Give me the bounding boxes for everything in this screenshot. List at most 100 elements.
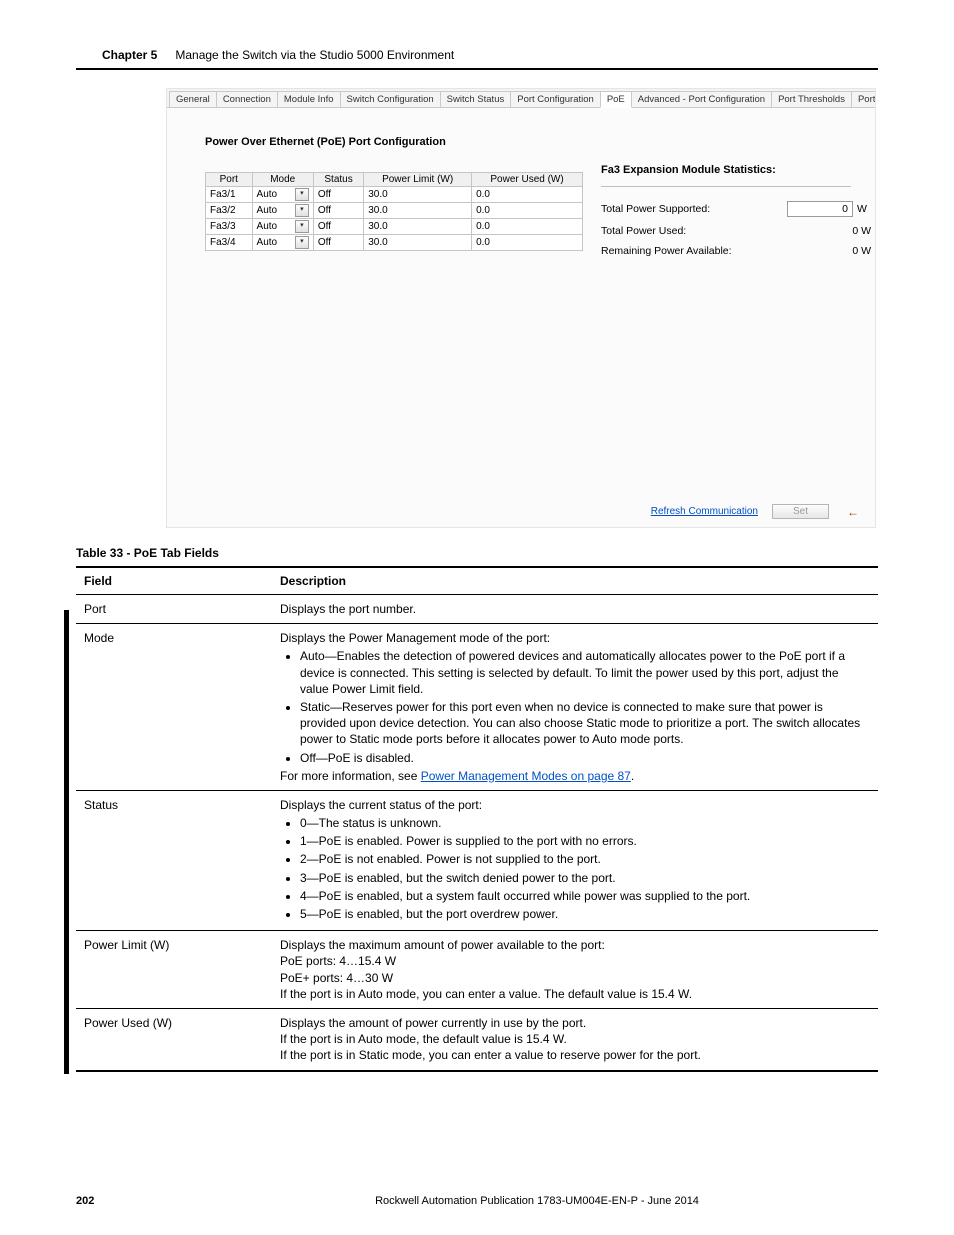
limit-l2: PoE ports: 4…15.4 W: [280, 953, 870, 969]
mode-outro-pre: For more information, see: [280, 769, 421, 783]
table-row: Fa3/3 Auto ▾ Off 30.0 0.0: [206, 219, 583, 235]
desc-limit: Displays the maximum amount of power ava…: [272, 931, 878, 1009]
status-b1: 0—The status is unknown.: [300, 815, 870, 831]
cell-used: 0.0: [472, 203, 583, 219]
header-rule: [76, 68, 878, 70]
stat-supported-value[interactable]: 0: [787, 201, 853, 217]
status-b6: 5—PoE is enabled, but the port overdrew …: [300, 906, 870, 922]
used-l3: If the port is in Static mode, you can e…: [280, 1047, 870, 1063]
head-field: Field: [76, 567, 272, 595]
refresh-link[interactable]: Refresh Communication: [651, 506, 758, 517]
desc-used: Displays the amount of power currently i…: [272, 1008, 878, 1070]
poe-port-table-body: Fa3/1 Auto ▾ Off 30.0 0.0: [206, 187, 583, 251]
cell-port: Fa3/4: [206, 235, 253, 251]
chevron-down-icon[interactable]: ▾: [295, 188, 309, 201]
status-bullets: 0—The status is unknown. 1—PoE is enable…: [280, 815, 870, 922]
cell-mode[interactable]: Auto ▾: [252, 235, 313, 251]
chapter-title: Manage the Switch via the Studio 5000 En…: [175, 48, 454, 62]
chevron-down-icon[interactable]: ▾: [295, 204, 309, 217]
status-b3: 2—PoE is not enabled. Power is not suppl…: [300, 851, 870, 867]
tab-port-cfg[interactable]: Port Configuration: [510, 91, 601, 107]
table33: Field Description Port Displays the port…: [76, 566, 878, 1072]
table-row: Fa3/4 Auto ▾ Off 30.0 0.0: [206, 235, 583, 251]
mode-b1: Auto—Enables the detection of powered de…: [300, 648, 870, 697]
tab-module-info[interactable]: Module Info: [277, 91, 341, 107]
mode-value: Auto: [257, 205, 278, 216]
limit-l4: If the port is in Auto mode, you can ent…: [280, 986, 870, 1002]
page-number: 202: [76, 1195, 196, 1207]
cell-port: Fa3/1: [206, 187, 253, 203]
field-status: Status: [76, 790, 272, 930]
tab-strip: General Connection Module Info Switch Co…: [167, 89, 875, 108]
mode-outro-post: .: [631, 769, 634, 783]
tab-general[interactable]: General: [169, 91, 217, 107]
page: Chapter 5 Manage the Switch via the Stud…: [0, 0, 954, 1235]
stat-remaining-value: 0 W: [852, 245, 871, 257]
stats-title: Fa3 Expansion Module Statistics:: [601, 164, 871, 176]
cell-limit[interactable]: 30.0: [364, 219, 472, 235]
mode-outro: For more information, see Power Manageme…: [280, 768, 870, 784]
field-port: Port: [76, 595, 272, 624]
stats-rule: [601, 186, 851, 187]
tab-adv-port-cfg[interactable]: Advanced - Port Configuration: [631, 91, 772, 107]
limit-l3: PoE+ ports: 4…30 W: [280, 970, 870, 986]
tab-switch-cfg[interactable]: Switch Configuration: [340, 91, 441, 107]
chevron-down-icon[interactable]: ▾: [295, 236, 309, 249]
power-mgmt-link[interactable]: Power Management Modes on page 87: [421, 769, 631, 783]
table33-row-mode: Mode Displays the Power Management mode …: [76, 624, 878, 791]
table33-row-status: Status Displays the current status of th…: [76, 790, 878, 930]
tab-port-thresholds[interactable]: Port Thresholds: [771, 91, 852, 107]
col-limit: Power Limit (W): [364, 173, 472, 187]
set-button[interactable]: Set: [772, 504, 829, 519]
cell-port: Fa3/2: [206, 203, 253, 219]
status-b2: 1—PoE is enabled. Power is supplied to t…: [300, 833, 870, 849]
mode-value: Auto: [257, 237, 278, 248]
status-b5: 4—PoE is enabled, but a system fault occ…: [300, 888, 870, 904]
stat-remaining-label: Remaining Power Available:: [601, 245, 852, 257]
table-row: Fa3/1 Auto ▾ Off 30.0 0.0: [206, 187, 583, 203]
cell-used: 0.0: [472, 219, 583, 235]
field-used: Power Used (W): [76, 1008, 272, 1070]
stat-remaining: Remaining Power Available: 0 W: [601, 245, 871, 257]
cell-status: Off: [313, 203, 363, 219]
cell-limit[interactable]: 30.0: [364, 203, 472, 219]
cell-mode[interactable]: Auto ▾: [252, 203, 313, 219]
cell-used: 0.0: [472, 235, 583, 251]
shot-body: Power Over Ethernet (PoE) Port Configura…: [167, 108, 875, 496]
col-port: Port: [206, 173, 253, 187]
change-bar: [64, 610, 69, 1074]
mode-b2: Static—Reserves power for this port even…: [300, 699, 870, 748]
cell-limit[interactable]: 30.0: [364, 235, 472, 251]
tab-port-status[interactable]: Port Status: [851, 91, 876, 107]
tab-poe[interactable]: PoE: [600, 91, 632, 108]
table33-caption: Table 33 - PoE Tab Fields: [76, 546, 878, 560]
table-row: Fa3/2 Auto ▾ Off 30.0 0.0: [206, 203, 583, 219]
shot-footer: Refresh Communication Set ←: [651, 504, 863, 519]
mode-value: Auto: [257, 189, 278, 200]
field-limit: Power Limit (W): [76, 931, 272, 1009]
col-mode: Mode: [252, 173, 313, 187]
chevron-down-icon[interactable]: ▾: [295, 220, 309, 233]
poe-port-table: Port Mode Status Power Limit (W) Power U…: [205, 172, 583, 251]
back-arrow-icon[interactable]: ←: [843, 505, 863, 519]
limit-l1: Displays the maximum amount of power ava…: [280, 937, 870, 953]
col-status: Status: [313, 173, 363, 187]
mode-bullets: Auto—Enables the detection of powered de…: [280, 648, 870, 765]
cell-mode[interactable]: Auto ▾: [252, 187, 313, 203]
mode-b3: Off—PoE is disabled.: [300, 750, 870, 766]
poe-right-panel: Fa3 Expansion Module Statistics: Total P…: [601, 136, 871, 486]
table33-row-used: Power Used (W) Displays the amount of po…: [76, 1008, 878, 1070]
stat-used-label: Total Power Used:: [601, 225, 852, 237]
page-footer: 202 Rockwell Automation Publication 1783…: [76, 1195, 878, 1207]
stat-supported: Total Power Supported: 0 W: [601, 201, 871, 217]
table33-row-limit: Power Limit (W) Displays the maximum amo…: [76, 931, 878, 1009]
tab-switch-status[interactable]: Switch Status: [440, 91, 512, 107]
cell-limit[interactable]: 30.0: [364, 187, 472, 203]
stat-used: Total Power Used: 0 W: [601, 225, 871, 237]
tab-connection[interactable]: Connection: [216, 91, 278, 107]
used-l1: Displays the amount of power currently i…: [280, 1015, 870, 1031]
table33-row-port: Port Displays the port number.: [76, 595, 878, 624]
cell-mode[interactable]: Auto ▾: [252, 219, 313, 235]
stat-supported-label: Total Power Supported:: [601, 203, 787, 215]
cell-status: Off: [313, 235, 363, 251]
